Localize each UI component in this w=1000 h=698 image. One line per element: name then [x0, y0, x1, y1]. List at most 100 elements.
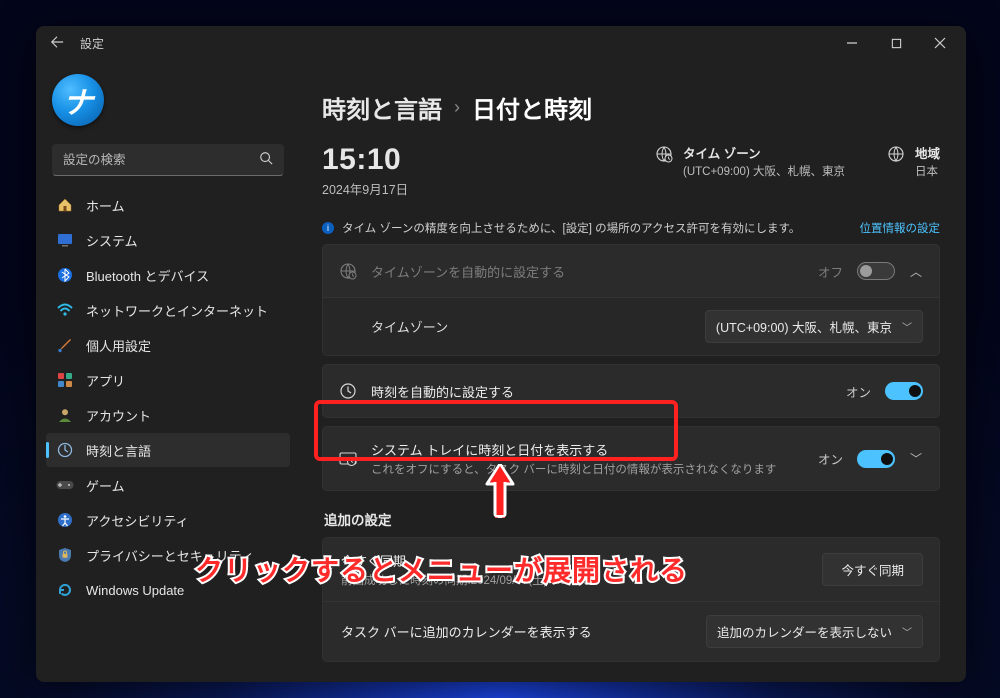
sidebar-item-windows-update[interactable]: Windows Update	[46, 573, 290, 607]
globe-icon	[887, 145, 905, 166]
sidebar-item-personalize[interactable]: 個人用設定	[46, 328, 290, 362]
update-icon	[56, 581, 74, 599]
globe-clock-icon	[655, 145, 673, 166]
location-settings-link[interactable]: 位置情報の設定	[860, 220, 941, 236]
home-icon	[56, 196, 74, 214]
auto-time-label: 時刻を自動的に設定する	[371, 382, 832, 401]
systray-toggle[interactable]	[857, 450, 895, 468]
systray-title: システム トレイに時刻と日付を表示する	[371, 440, 804, 459]
maximize-button[interactable]	[874, 26, 918, 60]
extra-calendar-value: 追加のカレンダーを表示しない	[717, 622, 892, 641]
auto-timezone-label: タイムゾーンを自動的に設定する	[371, 262, 804, 281]
auto-time-state: オン	[846, 382, 871, 401]
systray-state: オン	[818, 449, 843, 468]
content: 時刻と言語 › 日付と時刻 15:10 2024年9月17日 タイム ゾーン (…	[296, 60, 966, 682]
info-text: タイム ゾーンの精度を向上させるために、[設定] の場所のアクセス許可を有効にし…	[342, 220, 800, 236]
apps-icon	[56, 371, 74, 389]
sidebar-item-label: Bluetooth とデバイス	[86, 266, 209, 285]
sidebar-item-label: 時刻と言語	[86, 441, 151, 460]
brush-icon	[56, 336, 74, 354]
sidebar-item-label: アプリ	[86, 371, 125, 390]
extra-calendar-select[interactable]: 追加のカレンダーを表示しない ﹀	[706, 615, 923, 648]
search-input-wrapper[interactable]	[52, 144, 284, 176]
sidebar-item-label: システム	[86, 231, 138, 250]
extra-calendar-label: タスク バーに追加のカレンダーを表示する	[341, 622, 692, 641]
sidebar-item-account[interactable]: アカウント	[46, 398, 290, 432]
systray-time-row[interactable]: システム トレイに時刻と日付を表示する これをオフにすると、タスク バーに時刻と…	[323, 427, 939, 490]
sidebar-item-gaming[interactable]: ゲーム	[46, 468, 290, 502]
close-button[interactable]	[918, 26, 962, 60]
sync-row: 今すぐ同期 前回成功した時刻の同期:2024/09/07(土) 8:58:16 …	[323, 538, 939, 601]
sidebar-item-system[interactable]: システム	[46, 223, 290, 257]
current-date: 2024年9月17日	[322, 179, 408, 198]
auto-timezone-row: タイムゾーンを自動的に設定する オフ ︿	[323, 245, 939, 297]
sidebar-item-bluetooth[interactable]: Bluetooth とデバイス	[46, 258, 290, 292]
avatar-row[interactable]: ナ	[46, 68, 290, 140]
additional-settings-heading: 追加の設定	[324, 509, 938, 529]
chevron-down-icon: ﹀	[902, 319, 912, 334]
clock-globe-icon	[56, 441, 74, 459]
sidebar-item-label: プライバシーとセキュリティ	[86, 546, 254, 565]
breadcrumb: 時刻と言語 › 日付と時刻	[322, 60, 940, 125]
expand-chevron-down-icon[interactable]: ﹀	[909, 450, 923, 467]
auto-time-row[interactable]: 時刻を自動的に設定する オン	[323, 365, 939, 417]
sidebar-item-time-language[interactable]: 時刻と言語	[46, 433, 290, 467]
sidebar-item-label: ホーム	[86, 196, 125, 215]
info-icon: i	[322, 222, 334, 234]
timezone-shortcut[interactable]: タイム ゾーン (UTC+09:00) 大阪、札幌、東京	[655, 143, 845, 179]
sidebar-item-privacy[interactable]: プライバシーとセキュリティ	[46, 538, 290, 572]
current-time: 15:10	[322, 143, 408, 177]
search-input[interactable]	[63, 153, 259, 167]
gamepad-icon	[56, 476, 74, 494]
extra-calendar-row: タスク バーに追加のカレンダーを表示する 追加のカレンダーを表示しない ﹀	[323, 601, 939, 661]
tz-sub: (UTC+09:00) 大阪、札幌、東京	[683, 163, 845, 179]
app-title: 設定	[80, 35, 104, 52]
collapse-chevron-up-icon[interactable]: ︿	[909, 263, 923, 280]
timezone-label: タイムゾーン	[371, 317, 691, 336]
sidebar-item-label: アクセシビリティ	[86, 511, 189, 530]
sidebar-nav: ホーム システム Bluetooth とデバイス ネットワークとインターネット …	[46, 188, 290, 607]
tz-title: タイム ゾーン	[683, 143, 845, 162]
sidebar: ナ ホーム システム Bluetooth とデバイス	[36, 60, 296, 682]
sidebar-item-label: ネットワークとインターネット	[86, 301, 268, 320]
breadcrumb-child: 日付と時刻	[472, 90, 592, 125]
sync-now-button[interactable]: 今すぐ同期	[822, 553, 923, 586]
account-icon	[56, 406, 74, 424]
breadcrumb-sep: ›	[454, 97, 460, 118]
systray-time-card: システム トレイに時刻と日付を表示する これをオフにすると、タスク バーに時刻と…	[322, 426, 940, 491]
accessibility-icon	[56, 511, 74, 529]
timezone-select[interactable]: (UTC+09:00) 大阪、札幌、東京 ﹀	[705, 310, 923, 343]
settings-window: 設定 ナ ホーム	[36, 26, 966, 682]
sidebar-item-network[interactable]: ネットワークとインターネット	[46, 293, 290, 327]
auto-time-card: 時刻を自動的に設定する オン	[322, 364, 940, 418]
sidebar-item-accessibility[interactable]: アクセシビリティ	[46, 503, 290, 537]
timezone-subrow: タイムゾーン (UTC+09:00) 大阪、札幌、東京 ﹀	[323, 297, 939, 355]
back-button[interactable]	[40, 35, 74, 52]
search-icon	[259, 151, 273, 170]
sync-title: 今すぐ同期	[341, 551, 808, 570]
minimize-button[interactable]	[830, 26, 874, 60]
system-icon	[56, 231, 74, 249]
sidebar-item-home[interactable]: ホーム	[46, 188, 290, 222]
wifi-icon	[56, 301, 74, 319]
region-shortcut[interactable]: 地域 日本	[887, 143, 940, 179]
sidebar-item-apps[interactable]: アプリ	[46, 363, 290, 397]
avatar: ナ	[52, 74, 104, 126]
systray-sub: これをオフにすると、タスク バーに時刻と日付の情報が表示されなくなります	[371, 461, 804, 477]
breadcrumb-parent[interactable]: 時刻と言語	[322, 90, 442, 125]
timezone-value: (UTC+09:00) 大阪、札幌、東京	[716, 317, 892, 336]
taskbar-clock-icon	[339, 451, 357, 467]
clock-icon	[339, 382, 357, 400]
bluetooth-icon	[56, 266, 74, 284]
auto-timezone-toggle	[857, 262, 895, 280]
auto-time-toggle[interactable]	[885, 382, 923, 400]
sync-sub: 前回成功した時刻の同期:2024/09/07(土) 8:58:16	[341, 572, 808, 588]
sidebar-item-label: ゲーム	[86, 476, 125, 495]
additional-settings-card: 今すぐ同期 前回成功した時刻の同期:2024/09/07(土) 8:58:16 …	[322, 537, 940, 662]
titlebar: 設定	[36, 26, 966, 60]
chevron-down-icon: ﹀	[902, 624, 912, 639]
timezone-card: タイムゾーンを自動的に設定する オフ ︿ タイムゾーン (UTC+09:00) …	[322, 244, 940, 356]
shield-icon	[56, 546, 74, 564]
sidebar-item-label: アカウント	[86, 406, 151, 425]
header-row: 15:10 2024年9月17日 タイム ゾーン (UTC+09:00) 大阪、…	[322, 143, 940, 198]
